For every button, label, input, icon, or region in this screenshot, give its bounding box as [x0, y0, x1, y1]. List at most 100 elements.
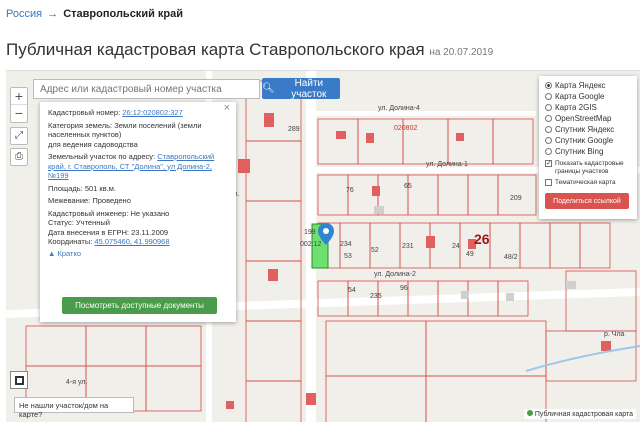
engineer-label: Кадастровый инженер:: [48, 208, 129, 218]
cadastral-number-row: Кадастровый номер: 26:12:020802:327: [48, 108, 228, 118]
street-label: ул. Долина-1: [426, 161, 468, 168]
checkbox-label: Тематическая карта: [555, 179, 616, 186]
status-label: Статус:: [48, 218, 74, 227]
layer-switcher: Карта Яндекс Карта Google Карта 2GIS Ope…: [539, 76, 637, 219]
view-documents-button[interactable]: Посмотреть доступные документы: [62, 297, 217, 314]
close-icon[interactable]: ×: [224, 103, 230, 114]
cadastral-number-label: Кадастровый номер:: [48, 108, 121, 117]
coordinates-label: Координаты:: [48, 237, 93, 246]
area-row: Площадь: 501 кв.м.: [48, 184, 228, 194]
thematic-map-checkbox[interactable]: Тематическая карта: [545, 179, 631, 187]
layer-option-label: Карта Google: [555, 92, 605, 101]
radio-icon[interactable]: [545, 148, 552, 155]
cadastral-map[interactable]: ул. Долина-4 ул. Долина-1 ул. Долина-2 2…: [6, 70, 640, 422]
parcel-number: 54: [348, 287, 356, 294]
layer-option-osm[interactable]: OpenStreetMap: [545, 113, 631, 124]
layer-option-google-satellite[interactable]: Спутник Google: [545, 135, 631, 146]
layer-option-yandex-map[interactable]: Карта Яндекс: [545, 80, 631, 91]
parcel-number: 65: [404, 183, 412, 190]
layer-option-label: Карта 2GIS: [555, 103, 597, 112]
find-parcel-button[interactable]: 🔍︎ Найти участок: [262, 77, 340, 100]
parcel-number: 48/2: [504, 254, 518, 261]
search-input[interactable]: [33, 79, 260, 99]
radio-icon[interactable]: [545, 137, 552, 144]
area-value: 501 кв.м.: [84, 183, 117, 193]
radio-icon[interactable]: [545, 93, 552, 100]
cadastral-number-link[interactable]: 26:12:020802:327: [122, 108, 182, 117]
parcel-number: 231: [402, 243, 414, 250]
block-number: 26: [474, 231, 490, 247]
survey-row: Межевание: Проведено: [48, 196, 228, 206]
parcel-number: 234: [340, 241, 352, 248]
map-footer: Публичная кадастровая карта: [523, 409, 636, 419]
parcel-number: 76: [346, 187, 354, 194]
breadcrumb: Россия → Ставропольский край: [6, 8, 183, 20]
registration-date-label: Дата внесения в ЕГРН:: [48, 227, 130, 237]
parcel-number: 96: [400, 285, 408, 292]
zoom-in-button[interactable]: +: [11, 88, 27, 105]
registration-date-value: 23.11.2009: [131, 227, 169, 237]
checkmark-icon[interactable]: ✓: [545, 160, 552, 167]
zoom-control: + −: [10, 87, 28, 123]
survey-label: Межевание:: [48, 196, 91, 205]
street-label: р. Чла: [604, 331, 625, 338]
layer-option-label: OpenStreetMap: [555, 114, 612, 123]
search-icon: 🔍︎: [262, 83, 275, 94]
layer-option-label: Спутник Bing: [555, 147, 604, 156]
measure-ruler-icon[interactable]: ⤢: [10, 127, 28, 145]
parcel-number: 289: [288, 126, 300, 133]
print-icon[interactable]: ⎙: [10, 148, 28, 166]
block-number: 020802: [394, 125, 418, 132]
page-title-text: Публичная кадастровая карта Ставропольск…: [6, 40, 425, 59]
radio-icon[interactable]: [545, 104, 552, 111]
street-label: 4-я ул.: [66, 379, 88, 386]
layer-option-bing-satellite[interactable]: Спутник Bing: [545, 146, 631, 157]
radio-icon[interactable]: [545, 82, 552, 89]
parcel-number: 52: [371, 247, 379, 254]
find-parcel-label: Найти участок: [291, 77, 327, 100]
parcel-number: 235: [370, 293, 382, 300]
layer-option-2gis-map[interactable]: Карта 2GIS: [545, 102, 631, 113]
parcel-number: 199: [304, 229, 316, 236]
collapse-link[interactable]: ▲ Кратко: [48, 249, 228, 259]
footer-label: Публичная кадастровая карта: [534, 411, 633, 418]
radio-icon[interactable]: [545, 126, 552, 133]
land-category-label: Категория земель:: [48, 120, 113, 130]
land-category-row: Категория земель: Земли поселений (земли…: [48, 121, 228, 150]
coordinates-row: Координаты: 45.075460, 41.990968: [48, 237, 228, 247]
layer-option-google-map[interactable]: Карта Google: [545, 91, 631, 102]
layer-option-label: Спутник Google: [555, 136, 614, 145]
show-boundaries-checkbox[interactable]: ✓ Показать кадастровые границы участков: [545, 160, 631, 176]
status-row: Статус: Учтенный: [48, 218, 228, 228]
parcel-number: 53: [344, 253, 352, 260]
logo-icon: [526, 410, 533, 416]
address-row: Земельный участок по адресу: Ставропольс…: [48, 152, 228, 181]
radio-icon[interactable]: [545, 115, 552, 122]
not-found-button[interactable]: Не нашли участок/дом на карте?: [14, 397, 134, 419]
area-label: Площадь:: [48, 183, 83, 193]
share-link-button[interactable]: Поделиться ссылкой: [545, 193, 629, 209]
coordinates-link[interactable]: 45.075460, 41.990968: [94, 237, 169, 246]
parcel-number: 24: [452, 243, 460, 250]
breadcrumb-root-link[interactable]: Россия: [6, 8, 42, 20]
checkbox-icon[interactable]: [545, 179, 552, 186]
street-label: ул. Долина-2: [374, 271, 416, 278]
breadcrumb-current: Ставропольский край: [63, 8, 183, 20]
parcel-info-popup: × Кадастровый номер: 26:12:020802:327 Ка…: [40, 102, 236, 322]
parcel-number: 209: [510, 195, 522, 202]
layer-option-label: Карта Яндекс: [555, 81, 606, 90]
engineer-row: Кадастровый инженер: Не указано: [48, 209, 228, 219]
checkbox-label: Показать кадастровые границы участков: [555, 160, 624, 175]
address-label: Земельный участок по адресу:: [48, 152, 156, 161]
breadcrumb-arrow: →: [47, 8, 59, 20]
zoom-out-button[interactable]: −: [11, 105, 27, 122]
land-use-value: для ведения садоводства: [48, 139, 138, 149]
street-label: ул. Долина-4: [378, 105, 420, 112]
registration-date-row: Дата внесения в ЕГРН: 23.11.2009: [48, 228, 228, 238]
layers-toggle-icon[interactable]: [10, 371, 28, 389]
page-title-date: на 20.07.2019: [429, 47, 494, 58]
status-value: Учтенный: [75, 218, 110, 227]
engineer-value: Не указано: [130, 208, 170, 218]
survey-value: Проведено: [92, 196, 131, 205]
layer-option-yandex-satellite[interactable]: Спутник Яндекс: [545, 124, 631, 135]
